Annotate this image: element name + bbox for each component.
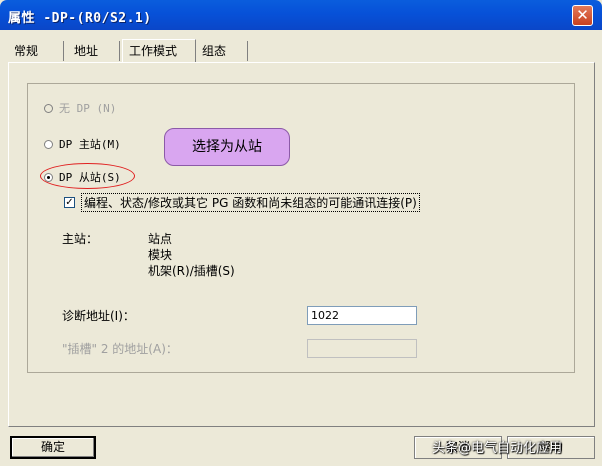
radio-dp-master-icon [44, 139, 53, 149]
radio-no-dp-icon [44, 103, 53, 113]
title-bar: 属性 -DP-(R0/S2.1) ✕ [0, 0, 602, 30]
close-button[interactable]: ✕ [572, 5, 593, 26]
programming-checkbox-row[interactable]: ✓ 编程、状态/修改或其它 PG 函数和尚未组态的可能通讯连接(P) [64, 193, 420, 212]
master-label: 主站： [62, 232, 99, 246]
mode-group-box [27, 83, 575, 373]
radio-no-dp-label: 无 DP (N) [59, 102, 117, 115]
diagnostic-address-label: 诊断地址(I)： [62, 309, 135, 323]
annotation-callout: 选择为从站 [164, 128, 290, 166]
slot2-address-label: "插槽" 2 的地址(A)： [62, 342, 178, 356]
tab-configuration[interactable]: 组态 [196, 41, 248, 61]
tab-operating-mode[interactable]: 工作模式 [122, 39, 196, 63]
master-module-label: 模块 [148, 248, 173, 262]
master-rack-slot-label: 机架(R)/插槽(S) [148, 264, 235, 278]
radio-no-dp[interactable]: 无 DP (N) [44, 100, 116, 116]
close-icon: ✕ [576, 6, 589, 24]
diagnostic-address-input[interactable]: 1022 [307, 306, 417, 325]
programming-checkbox[interactable]: ✓ [64, 197, 75, 208]
highlight-ellipse [40, 163, 135, 189]
ok-button[interactable]: 确定 [10, 436, 96, 459]
watermark: 头条@电气自动化应用 [432, 441, 563, 456]
radio-dp-master-label: DP 主站(M) [59, 138, 121, 151]
window-title: 属性 -DP-(R0/S2.1) [8, 11, 152, 26]
radio-dp-master[interactable]: DP 主站(M) [44, 136, 121, 152]
slot2-address-input[interactable] [307, 339, 417, 358]
programming-checkbox-label: 编程、状态/修改或其它 PG 函数和尚未组态的可能通讯连接(P) [81, 193, 420, 212]
tab-address[interactable]: 地址 [68, 41, 120, 61]
tab-general[interactable]: 常规 [8, 41, 64, 61]
master-station-label: 站点 [148, 232, 173, 246]
